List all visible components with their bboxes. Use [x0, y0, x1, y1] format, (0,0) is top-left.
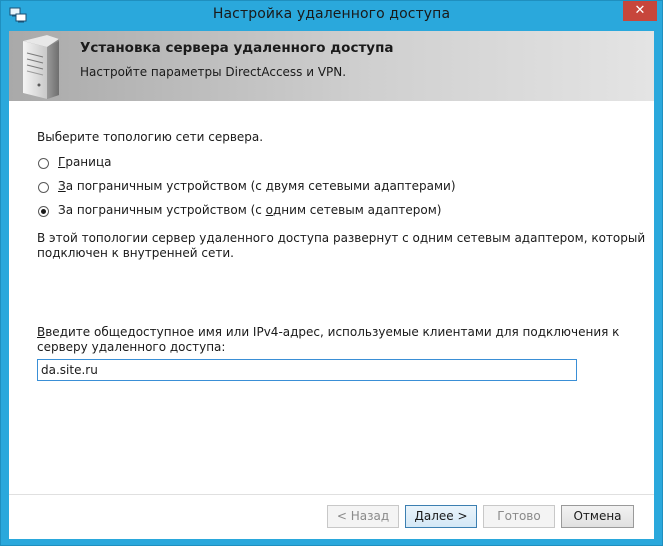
- wizard-title: Установка сервера удаленного доступа: [80, 40, 394, 56]
- wizard-header: Установка сервера удаленного доступа Нас…: [9, 31, 654, 101]
- radio-label-edge[interactable]: Граница: [58, 155, 111, 169]
- server-icon: [23, 35, 59, 99]
- title-bar[interactable]: Настройка удаленного доступа ✕: [1, 1, 662, 31]
- radio-behind-edge-two-adapters[interactable]: [38, 182, 49, 193]
- footer-divider: [9, 494, 654, 495]
- radio-edge[interactable]: [38, 158, 49, 169]
- radio-label-behind-edge-single-adapter[interactable]: За пограничным устройством (с одним сете…: [58, 203, 442, 217]
- radio-behind-edge-single-adapter[interactable]: [38, 206, 49, 217]
- close-button[interactable]: ✕: [623, 1, 657, 21]
- back-button[interactable]: < Назад: [327, 505, 399, 528]
- wizard-subtitle: Настройте параметры DirectAccess и VPN.: [80, 65, 347, 79]
- setup-wizard-window: Настройка удаленного доступа ✕ Установка…: [0, 0, 663, 546]
- address-label-line2: серверу удаленного доступа:: [37, 340, 226, 354]
- window-title: Настройка удаленного доступа: [212, 6, 451, 22]
- mnemonic-two-adapters: З: [58, 179, 66, 193]
- finish-button[interactable]: Готово: [483, 505, 555, 528]
- mnemonic-address: В: [37, 325, 46, 339]
- public-address-input[interactable]: [37, 359, 577, 381]
- close-icon: ✕: [634, 3, 646, 18]
- wizard-content: Установка сервера удаленного доступа Нас…: [9, 31, 654, 539]
- radio-label-behind-edge-two-adapters[interactable]: За пограничным устройством (с двумя сете…: [58, 179, 456, 193]
- topology-description-line2: подключен к внутренней сети.: [37, 246, 234, 260]
- mnemonic-single-adapter: о: [265, 203, 273, 217]
- next-button[interactable]: Далее >: [405, 505, 477, 528]
- cancel-button[interactable]: Отмена: [561, 505, 634, 528]
- topology-prompt: Выберите топологию сети сервера.: [37, 130, 264, 144]
